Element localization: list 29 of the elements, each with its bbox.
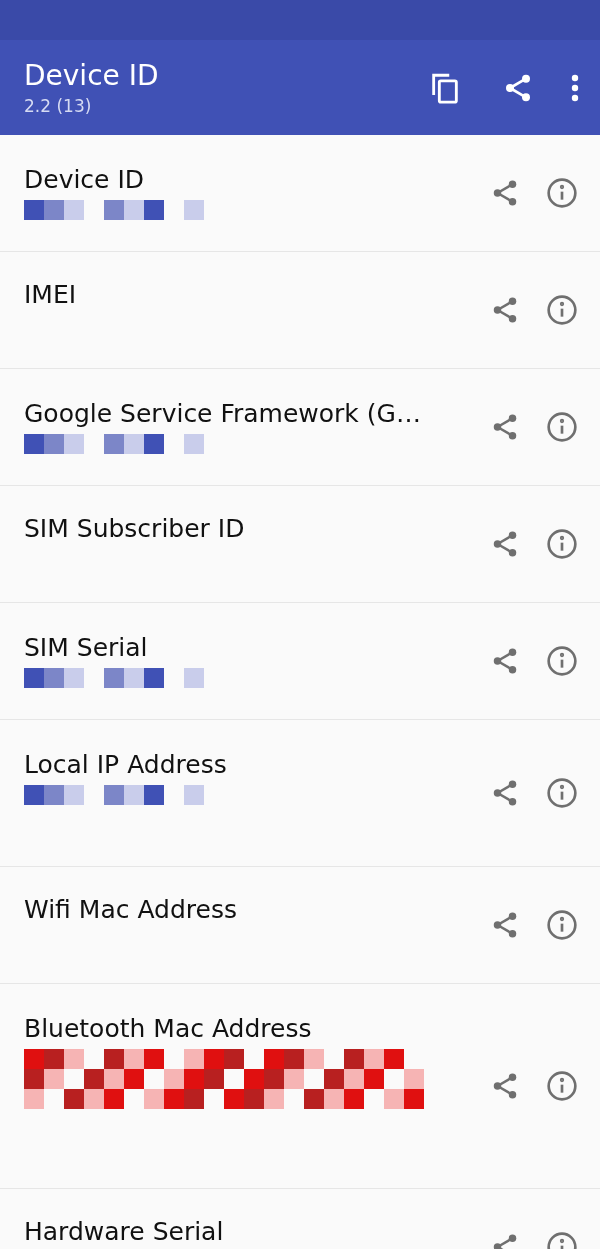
item-title: Local IP Address: [24, 750, 228, 779]
item-title: IMEI: [24, 280, 78, 309]
item-title: Bluetooth Mac Address: [24, 1014, 313, 1043]
list-item[interactable]: Wifi Mac Address: [0, 867, 600, 984]
more-icon[interactable]: [570, 73, 580, 102]
item-title: Hardware Serial: [24, 1217, 225, 1246]
list-item[interactable]: SIM Subscriber ID: [0, 486, 600, 603]
info-icon[interactable]: [546, 909, 578, 941]
list-item[interactable]: Device ID: [0, 135, 600, 252]
list-item[interactable]: Local IP Address: [0, 720, 600, 867]
list-item[interactable]: Bluetooth Mac Address: [0, 984, 600, 1189]
list-item[interactable]: SIM Serial: [0, 603, 600, 720]
info-icon[interactable]: [546, 177, 578, 209]
list-item[interactable]: IMEI: [0, 252, 600, 369]
item-title: Wifi Mac Address: [24, 895, 238, 924]
info-icon[interactable]: [546, 645, 578, 677]
info-icon[interactable]: [546, 528, 578, 560]
app-title: Device ID: [24, 59, 160, 92]
app-version: 2.2 (13): [24, 96, 93, 116]
item-title: SIM Subscriber ID: [24, 514, 246, 543]
item-title: Google Service Framework (G…: [24, 399, 422, 428]
info-icon[interactable]: [546, 411, 578, 443]
item-title: SIM Serial: [24, 633, 149, 662]
list-item[interactable]: Hardware Serial: [0, 1189, 600, 1249]
info-icon[interactable]: [546, 777, 578, 809]
list-item[interactable]: Google Service Framework (G…: [0, 369, 600, 486]
info-icon[interactable]: [546, 1070, 578, 1102]
item-title: Device ID: [24, 165, 146, 194]
info-icon[interactable]: [546, 294, 578, 326]
